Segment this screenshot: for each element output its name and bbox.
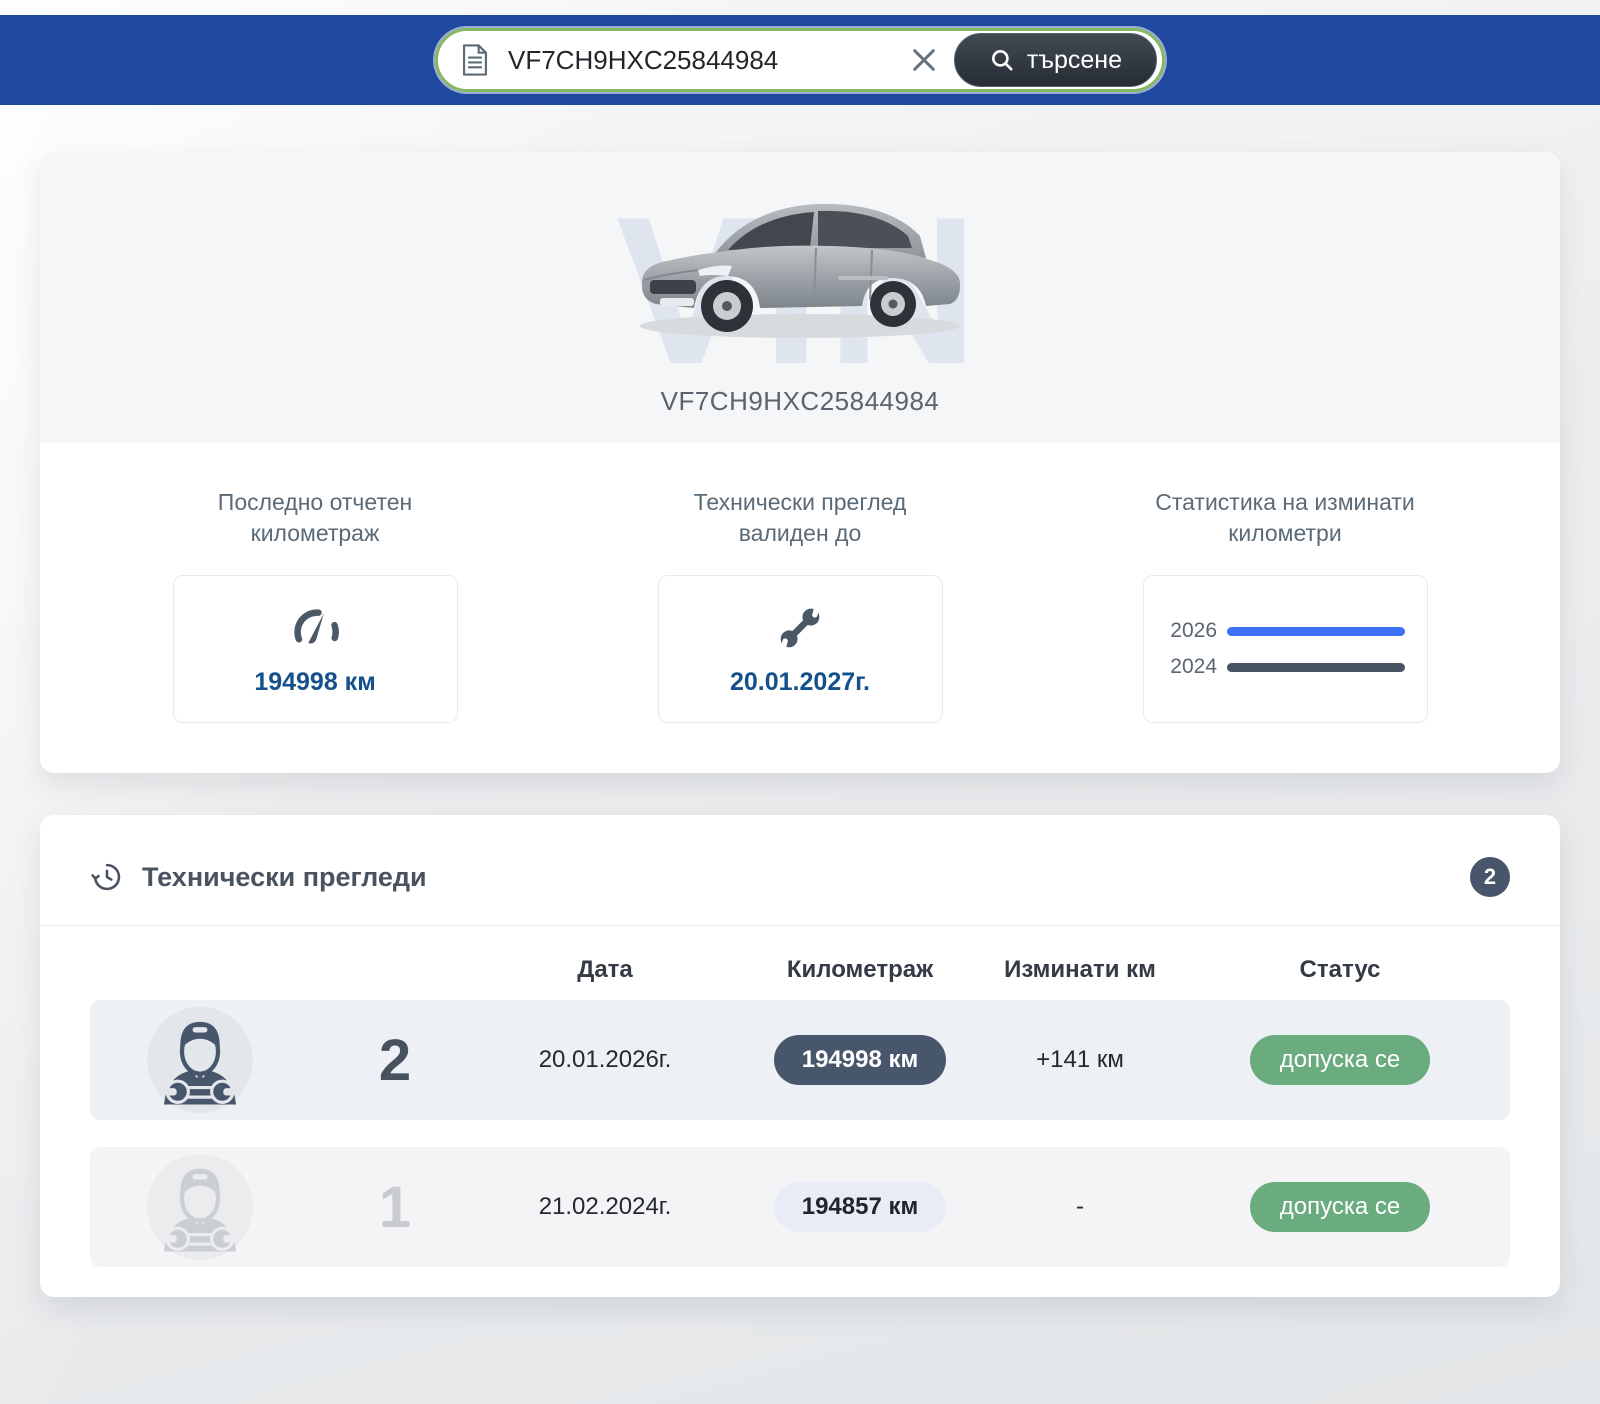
vin-search-input[interactable] — [508, 45, 902, 76]
search-button-label: търсене — [1027, 46, 1122, 75]
inspection-valid-date: 20.01.2027г. — [730, 668, 870, 697]
odometer-badge: 194857 км — [774, 1182, 947, 1232]
mechanic-avatar — [147, 1154, 253, 1260]
stat-last-odometer: Последно отчетен километраж 194998 км — [165, 487, 465, 723]
chart-label: 2026 — [1165, 619, 1217, 643]
inspections-count-badge: 2 — [1470, 857, 1510, 897]
stat-title: Статистика на изминати километри — [1135, 487, 1435, 551]
vehicle-summary-card: VIN — [40, 152, 1560, 773]
top-header-bar: търсене — [0, 15, 1600, 105]
status-badge: допуска се — [1250, 1035, 1430, 1085]
search-icon — [989, 47, 1015, 73]
delta-km: +141 км — [990, 1046, 1170, 1074]
delta-km: - — [990, 1193, 1170, 1221]
inspection-date: 21.02.2024г. — [480, 1193, 730, 1221]
vehicle-hero: VIN — [40, 152, 1560, 443]
column-status: Статус — [1170, 956, 1510, 984]
stat-box-chart: 2026 2024 — [1143, 575, 1428, 723]
odometer-badge: 194998 км — [774, 1035, 947, 1085]
status-badge: допуска се — [1250, 1182, 1430, 1232]
car-image — [620, 174, 980, 344]
stat-inspection-valid: Технически преглед валиден до 20.01.2027… — [650, 487, 950, 723]
divider — [40, 925, 1560, 926]
stat-mileage-chart: Статистика на изминати километри 2026 20… — [1135, 487, 1435, 723]
clear-search-button[interactable] — [902, 38, 946, 82]
mechanic-avatar — [147, 1007, 253, 1113]
inspections-header: Технически прегледи 2 — [40, 815, 1560, 925]
document-icon — [460, 43, 490, 77]
column-date: Дата — [480, 956, 730, 984]
column-odometer: Километраж — [730, 956, 990, 984]
speedometer-icon — [289, 602, 341, 654]
stat-box-inspection: 20.01.2027г. — [658, 575, 943, 723]
inspection-row-1[interactable]: 1 21.02.2024г. 194857 км - допуска се — [90, 1147, 1510, 1267]
table-header-row: Дата Километраж Изминати км Статус — [90, 956, 1510, 984]
vin-caption: VF7CH9HXC25844984 — [661, 386, 940, 443]
wrench-icon — [774, 602, 826, 654]
inspection-row-2[interactable]: 2 20.01.2026г. 194998 км +141 км допуска… — [90, 1000, 1510, 1120]
stat-title: Последно отчетен километраж — [165, 487, 465, 551]
inspections-list: 2 20.01.2026г. 194998 км +141 км допуска… — [90, 1000, 1510, 1267]
stat-title: Технически преглед валиден до — [650, 487, 950, 551]
bar-2024 — [1227, 663, 1405, 672]
stat-box-odometer: 194998 км — [173, 575, 458, 723]
vehicle-stats: Последно отчетен километраж 194998 км Те… — [40, 443, 1560, 773]
inspection-date: 20.01.2026г. — [480, 1046, 730, 1074]
vin-search-bar: търсене — [435, 28, 1165, 92]
bar-2026 — [1227, 627, 1405, 636]
column-delta: Изминати км — [990, 956, 1170, 984]
history-clock-icon — [90, 860, 124, 894]
chart-label: 2024 — [1165, 655, 1217, 679]
search-button[interactable]: търсене — [954, 33, 1157, 87]
chart-row-2026: 2026 — [1165, 619, 1405, 643]
chart-row-2024: 2024 — [1165, 655, 1405, 679]
odometer-value: 194998 км — [254, 668, 375, 697]
inspection-number: 1 — [310, 1174, 480, 1241]
inspections-card: Технически прегледи 2 Дата Километраж Из… — [40, 815, 1560, 1297]
mileage-mini-chart: 2026 2024 — [1165, 619, 1405, 679]
inspection-number: 2 — [310, 1027, 480, 1094]
inspections-title: Технически прегледи — [142, 862, 427, 893]
